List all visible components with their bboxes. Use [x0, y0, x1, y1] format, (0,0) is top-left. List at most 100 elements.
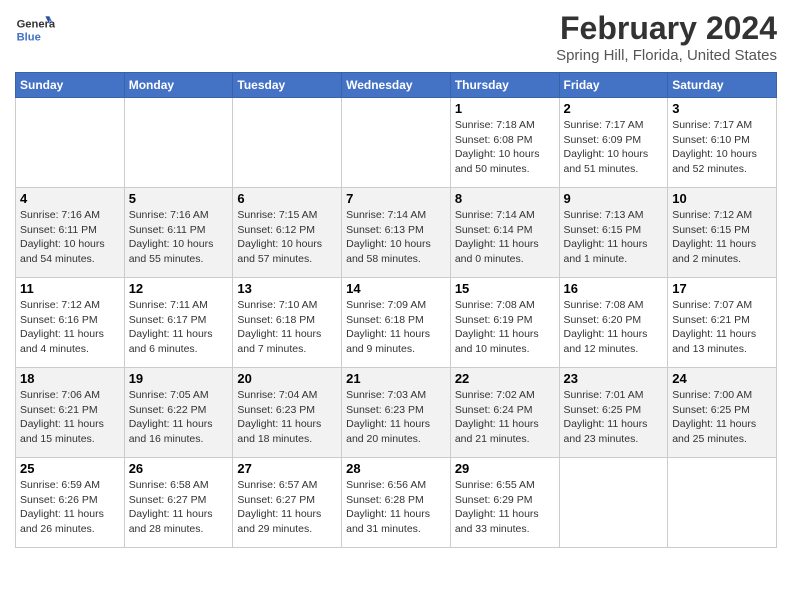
cell-content: Sunrise: 6:59 AMSunset: 6:26 PMDaylight:… [20, 478, 120, 537]
calendar-cell: 26 Sunrise: 6:58 AMSunset: 6:27 PMDayligh… [124, 458, 233, 548]
day-number: 14 [346, 281, 446, 296]
calendar-cell: 27 Sunrise: 6:57 AMSunset: 6:27 PMDayligh… [233, 458, 342, 548]
column-header-wednesday: Wednesday [342, 73, 451, 98]
day-number: 29 [455, 461, 555, 476]
calendar-cell: 24 Sunrise: 7:00 AMSunset: 6:25 PMDayligh… [668, 368, 777, 458]
column-header-tuesday: Tuesday [233, 73, 342, 98]
calendar-subtitle: Spring Hill, Florida, United States [556, 47, 777, 64]
cell-content: Sunrise: 7:00 AMSunset: 6:25 PMDaylight:… [672, 388, 772, 447]
calendar-cell: 12Sunrise: 7:11 AMSunset: 6:17 PMDayligh… [124, 278, 233, 368]
column-header-friday: Friday [559, 73, 668, 98]
cell-content: Sunrise: 7:05 AMSunset: 6:22 PMDaylight:… [129, 388, 229, 447]
column-header-monday: Monday [124, 73, 233, 98]
day-number: 2 [564, 101, 664, 116]
day-number: 15 [455, 281, 555, 296]
cell-content: Sunrise: 6:58 AMSunset: 6:27 PMDaylight:… [129, 478, 229, 537]
calendar-header-row: SundayMondayTuesdayWednesdayThursdayFrid… [16, 73, 777, 98]
calendar-cell: 4Sunrise: 7:16 AMSunset: 6:11 PMDaylight… [16, 188, 125, 278]
calendar-cell: 6 Sunrise: 7:15 AMSunset: 6:12 PMDaylight… [233, 188, 342, 278]
calendar-cell: 15 Sunrise: 7:08 AMSunset: 6:19 PMDayligh… [450, 278, 559, 368]
day-number: 13 [237, 281, 337, 296]
cell-content: Sunrise: 7:10 AMSunset: 6:18 PMDaylight:… [237, 298, 337, 357]
cell-content: Sunrise: 7:02 AMSunset: 6:24 PMDaylight:… [455, 388, 555, 447]
cell-content: Sunrise: 7:18 AMSunset: 6:08 PMDaylight:… [455, 118, 555, 177]
cell-content: Sunrise: 7:01 AMSunset: 6:25 PMDaylight:… [564, 388, 664, 447]
day-number: 18 [20, 371, 120, 386]
calendar-cell: 13 Sunrise: 7:10 AMSunset: 6:18 PMDayligh… [233, 278, 342, 368]
day-number: 11 [20, 281, 120, 296]
cell-content: Sunrise: 7:12 AMSunset: 6:16 PMDaylight:… [20, 298, 120, 357]
day-number: 6 [237, 191, 337, 206]
day-number: 5 [129, 191, 229, 206]
day-number: 17 [672, 281, 772, 296]
calendar-cell: 22 Sunrise: 7:02 AMSunset: 6:24 PMDayligh… [450, 368, 559, 458]
logo: General Blue [15, 10, 59, 50]
cell-content: Sunrise: 7:17 AMSunset: 6:10 PMDaylight:… [672, 118, 772, 177]
calendar-cell: 7Sunrise: 7:14 AMSunset: 6:13 PMDaylight… [342, 188, 451, 278]
calendar-cell [124, 98, 233, 188]
cell-content: Sunrise: 7:13 AMSunset: 6:15 PMDaylight:… [564, 208, 664, 267]
calendar-cell: 16Sunrise: 7:08 AMSunset: 6:20 PMDayligh… [559, 278, 668, 368]
cell-content: Sunrise: 7:07 AMSunset: 6:21 PMDaylight:… [672, 298, 772, 357]
title-block: February 2024 Spring Hill, Florida, Unit… [556, 10, 777, 64]
calendar-cell: 29 Sunrise: 6:55 AMSunset: 6:29 PMDayligh… [450, 458, 559, 548]
day-number: 3 [672, 101, 772, 116]
day-number: 28 [346, 461, 446, 476]
logo-icon: General Blue [15, 10, 55, 50]
page-header: General Blue February 2024 Spring Hill, … [15, 10, 777, 64]
day-number: 21 [346, 371, 446, 386]
cell-content: Sunrise: 7:04 AMSunset: 6:23 PMDaylight:… [237, 388, 337, 447]
day-number: 8 [455, 191, 555, 206]
day-number: 1 [455, 101, 555, 116]
day-number: 10 [672, 191, 772, 206]
cell-content: Sunrise: 7:17 AMSunset: 6:09 PMDaylight:… [564, 118, 664, 177]
calendar-cell: 10Sunrise: 7:12 AMSunset: 6:15 PMDayligh… [668, 188, 777, 278]
calendar-cell [16, 98, 125, 188]
day-number: 27 [237, 461, 337, 476]
calendar-cell: 21Sunrise: 7:03 AMSunset: 6:23 PMDayligh… [342, 368, 451, 458]
cell-content: Sunrise: 7:14 AMSunset: 6:14 PMDaylight:… [455, 208, 555, 267]
calendar-body: 1 Sunrise: 7:18 AMSunset: 6:08 PMDaylight… [16, 98, 777, 548]
calendar-cell: 5 Sunrise: 7:16 AMSunset: 6:11 PMDaylight… [124, 188, 233, 278]
day-number: 25 [20, 461, 120, 476]
cell-content: Sunrise: 7:08 AMSunset: 6:19 PMDaylight:… [455, 298, 555, 357]
day-number: 19 [129, 371, 229, 386]
day-number: 26 [129, 461, 229, 476]
calendar-table: SundayMondayTuesdayWednesdayThursdayFrid… [15, 72, 777, 548]
column-header-saturday: Saturday [668, 73, 777, 98]
cell-content: Sunrise: 7:14 AMSunset: 6:13 PMDaylight:… [346, 208, 446, 267]
calendar-cell: 2 Sunrise: 7:17 AMSunset: 6:09 PMDaylight… [559, 98, 668, 188]
day-number: 4 [20, 191, 120, 206]
day-number: 9 [564, 191, 664, 206]
cell-content: Sunrise: 6:57 AMSunset: 6:27 PMDaylight:… [237, 478, 337, 537]
cell-content: Sunrise: 6:56 AMSunset: 6:28 PMDaylight:… [346, 478, 446, 537]
day-number: 20 [237, 371, 337, 386]
calendar-cell: 19 Sunrise: 7:05 AMSunset: 6:22 PMDayligh… [124, 368, 233, 458]
calendar-week-2: 4 Sunrise: 7:16 AMSunset: 6:11 PMDaylight… [16, 188, 777, 278]
calendar-cell: 18 Sunrise: 7:06 AMSunset: 6:21 PMDayligh… [16, 368, 125, 458]
calendar-title: February 2024 [556, 10, 777, 47]
calendar-cell: 17 Sunrise: 7:07 AMSunset: 6:21 PMDayligh… [668, 278, 777, 368]
column-header-sunday: Sunday [16, 73, 125, 98]
cell-content: Sunrise: 7:16 AMSunset: 6:11 PMDaylight:… [129, 208, 229, 267]
calendar-cell [559, 458, 668, 548]
calendar-cell: 23 Sunrise: 7:01 AMSunset: 6:25 PMDayligh… [559, 368, 668, 458]
calendar-cell: 11 Sunrise: 7:12 AMSunset: 6:16 PMDayligh… [16, 278, 125, 368]
cell-content: Sunrise: 7:15 AMSunset: 6:12 PMDaylight:… [237, 208, 337, 267]
calendar-week-3: 11 Sunrise: 7:12 AMSunset: 6:16 PMDayligh… [16, 278, 777, 368]
calendar-cell: 3 Sunrise: 7:17 AMSunset: 6:10 PMDaylight… [668, 98, 777, 188]
calendar-cell: 8 Sunrise: 7:14 AMSunset: 6:14 PMDaylight… [450, 188, 559, 278]
calendar-cell [342, 98, 451, 188]
calendar-cell: 25 Sunrise: 6:59 AMSunset: 6:26 PMDayligh… [16, 458, 125, 548]
day-number: 24 [672, 371, 772, 386]
calendar-week-5: 25 Sunrise: 6:59 AMSunset: 6:26 PMDayligh… [16, 458, 777, 548]
cell-content: Sunrise: 6:55 AMSunset: 6:29 PMDaylight:… [455, 478, 555, 537]
cell-content: Sunrise: 7:06 AMSunset: 6:21 PMDaylight:… [20, 388, 120, 447]
calendar-cell: 14Sunrise: 7:09 AMSunset: 6:18 PMDayligh… [342, 278, 451, 368]
calendar-cell [668, 458, 777, 548]
day-number: 23 [564, 371, 664, 386]
day-number: 16 [564, 281, 664, 296]
day-number: 12 [129, 281, 229, 296]
day-number: 22 [455, 371, 555, 386]
calendar-cell: 28 Sunrise: 6:56 AMSunset: 6:28 PMDayligh… [342, 458, 451, 548]
